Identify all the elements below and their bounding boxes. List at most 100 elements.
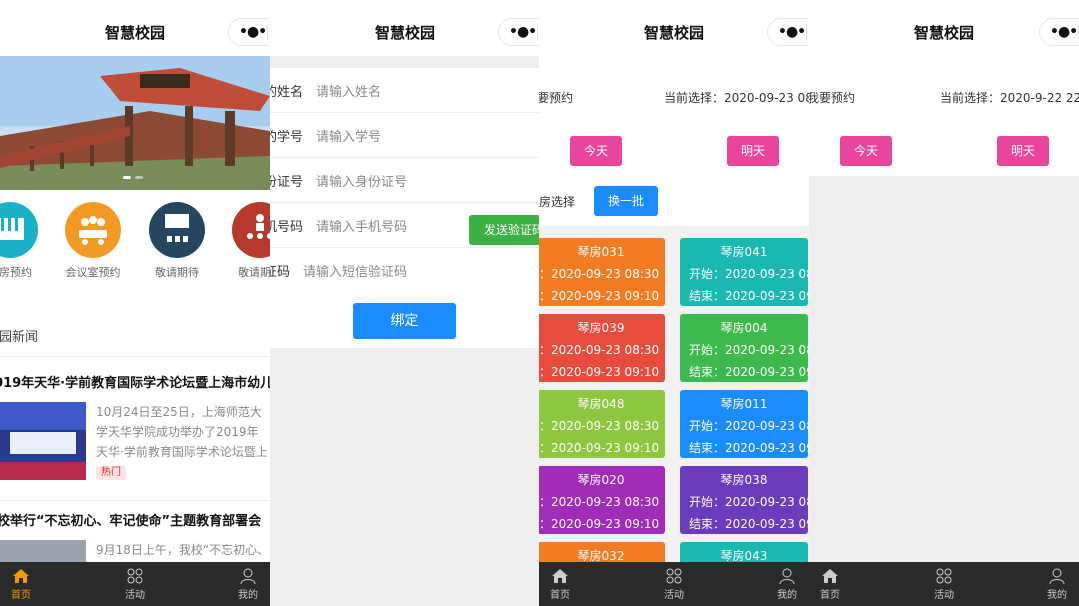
classroom-icon <box>149 202 205 258</box>
news-thumbnail[interactable] <box>0 540 86 562</box>
menu-capsule[interactable]: •●• <box>1039 18 1079 46</box>
tab-activity[interactable]: 活动 <box>105 562 165 606</box>
more-icon[interactable]: •●• <box>1050 24 1078 40</box>
room-select-label: 琴房选择 <box>539 195 576 209</box>
room-start: 开始：2020-09-23 08:30 <box>539 419 660 433</box>
today-button[interactable]: 今天 <box>840 136 892 166</box>
sms-code-input[interactable]: 请输入短信验证码 <box>303 261 407 280</box>
id-card-input[interactable]: 请输入身份证号 <box>316 171 407 190</box>
tab-label: 我的 <box>1047 590 1067 601</box>
room-card[interactable]: 琴房038 开始：2020-09-23 08:30 结束：2020-09-23 … <box>680 466 808 534</box>
news-thumbnail[interactable] <box>0 402 86 480</box>
field-label: 身份证号 <box>270 175 303 190</box>
news-summary: 9月18日上午，我校“不忘初心、牢记使命”主题教育部署会… <box>96 543 270 557</box>
more-icon[interactable]: •●• <box>239 24 267 40</box>
room-end: 结束：2020-09-23 09:10 <box>689 365 808 379</box>
campus-banner[interactable] <box>0 56 270 190</box>
navbar: 智慧校园 •●• <box>0 0 270 56</box>
booking-hint: 我要预约 <box>809 91 856 105</box>
room-start: 开始：2020-09-23 08:30 <box>689 419 808 433</box>
grid-item-coming-soon[interactable]: 敬请期待 <box>142 202 212 280</box>
bind-button[interactable]: 绑定 <box>353 303 456 339</box>
name-input[interactable]: 请输入姓名 <box>316 81 381 100</box>
current-selection: 当前选择：2020-9-22 22:1 <box>940 91 1079 105</box>
profile-icon <box>757 562 809 586</box>
tab-profile[interactable]: 我的 <box>757 562 809 606</box>
room-card[interactable]: 琴房031 开始：2020-09-23 08:30 结束：2020-09-23 … <box>539 238 665 306</box>
tomorrow-button[interactable]: 明天 <box>997 136 1049 166</box>
student-id-input[interactable]: 请输入学号 <box>316 126 381 145</box>
navbar: 智慧校园 •●• <box>270 0 540 56</box>
menu-capsule[interactable]: •●• <box>767 18 809 46</box>
room-end: 结束：2020-09-23 09:10 <box>689 441 808 455</box>
tab-label: 活动 <box>664 590 684 601</box>
room-card[interactable]: 琴房041 开始：2020-09-23 08:30 结束：2020-09-23 … <box>680 238 808 306</box>
phone-input[interactable]: 请输入手机号码 <box>316 216 407 235</box>
room-card[interactable]: 琴房020 开始：2020-09-23 08:30 结束：2020-09-23 … <box>539 466 665 534</box>
news-title[interactable]: 2019年天华·学前教育国际学术论坛暨上海市幼儿… <box>0 372 270 391</box>
field-label: 手机号码 <box>270 220 303 235</box>
room-end: 结束：2020-09-23 09:10 <box>539 517 660 531</box>
tab-label: 首页 <box>820 590 840 601</box>
room-card[interactable]: 琴房048 开始：2020-09-23 08:30 结束：2020-09-23 … <box>539 390 665 458</box>
current-selection: 当前选择：2020-09-23 08:30 <box>664 91 809 105</box>
tab-home[interactable]: 首页 <box>539 562 590 606</box>
hot-tag: 热门 <box>96 466 126 480</box>
grid-item-piano-booking[interactable]: 琴房预约 <box>0 202 45 280</box>
tab-profile[interactable]: 我的 <box>1027 562 1079 606</box>
tab-activity[interactable]: 活动 <box>914 562 974 606</box>
room-end: 结束：2020-09-23 09:10 <box>539 289 660 303</box>
send-code-button[interactable]: 发送验证码 <box>469 215 540 245</box>
room-card[interactable]: 琴房039 开始：2020-09-23 08:30 结束：2020-09-23 … <box>539 314 665 382</box>
home-icon <box>0 562 51 586</box>
id-card-field: 身份证号 请输入身份证号 <box>270 158 540 203</box>
more-icon[interactable]: •●• <box>778 24 806 40</box>
room-start: 开始：2020-09-23 08:30 <box>689 343 808 357</box>
capsule-divider <box>537 25 538 40</box>
activity-icon <box>644 562 704 586</box>
bind-screen: 智慧校园 •●• 您的姓名 请输入姓名 您的学号 请输入学号 身份证号 请输入身… <box>270 0 540 606</box>
tab-label: 活动 <box>125 590 145 601</box>
meeting-icon <box>65 202 121 258</box>
tomorrow-button[interactable]: 明天 <box>727 136 779 166</box>
room-name: 琴房048 <box>577 397 625 411</box>
booking-screen: 智慧校园 •●• 我要预约 当前选择：2020-09-23 08:30 今天 明… <box>539 0 809 606</box>
tabbar: 首页 活动 我的 <box>809 562 1079 606</box>
news-summary: 10月24日至25日，上海师范大学天华学院成功举办了2019年天华·学前教育国际… <box>96 405 268 459</box>
tab-label: 首页 <box>11 590 31 601</box>
activity-icon <box>914 562 974 586</box>
tabbar: 首页 活动 我的 <box>539 562 809 606</box>
room-card[interactable]: 琴房004 开始：2020-09-23 08:30 结束：2020-09-23 … <box>680 314 808 382</box>
banner-indicator[interactable] <box>135 176 143 179</box>
booking-screen-empty: 智慧校园 •●• 我要预约 当前选择：2020-9-22 22:1 今天 明天 … <box>809 0 1079 606</box>
today-button[interactable]: 今天 <box>570 136 622 166</box>
tab-home[interactable]: 首页 <box>0 562 51 606</box>
news-title[interactable]: 我校举行“不忘初心、牢记使命”主题教育部署会 <box>0 510 261 529</box>
banner-indicator[interactable] <box>123 176 131 179</box>
student-id-field: 您的学号 请输入学号 <box>270 113 540 158</box>
navbar: 智慧校园 •●• <box>539 0 809 56</box>
room-end: 结束：2020-09-23 09:10 <box>689 289 808 303</box>
room-name: 琴房039 <box>577 321 625 335</box>
tab-profile[interactable]: 我的 <box>218 562 270 606</box>
room-select-bar <box>539 176 809 226</box>
name-field: 您的姓名 请输入姓名 <box>270 68 540 113</box>
audience-icon <box>232 202 270 258</box>
tab-label: 首页 <box>550 590 570 601</box>
section-title: 校园新闻 <box>0 330 39 345</box>
tab-home[interactable]: 首页 <box>809 562 860 606</box>
refresh-button[interactable]: 换一批 <box>594 186 658 216</box>
tab-activity[interactable]: 活动 <box>644 562 704 606</box>
menu-capsule[interactable]: •●• <box>498 18 540 46</box>
field-label: 验证码 <box>270 265 290 280</box>
home-screen: 智慧校园 •●• 房预约 会议室预约 敬请期待 敬请期 园新闻 19年天华·学前… <box>0 0 270 606</box>
grid-item-coming-soon[interactable]: 敬请期待 <box>225 202 270 280</box>
grid-item-meeting-booking[interactable]: 会议室预约 <box>58 202 128 280</box>
more-icon[interactable]: •●• <box>509 24 537 40</box>
profile-icon <box>1027 562 1079 586</box>
divider <box>0 500 270 501</box>
field-label: 您的姓名 <box>270 85 303 100</box>
capsule-divider <box>267 25 268 40</box>
menu-capsule[interactable]: •●• <box>228 18 270 46</box>
room-card[interactable]: 琴房011 开始：2020-09-23 08:30 结束：2020-09-23 … <box>680 390 808 458</box>
